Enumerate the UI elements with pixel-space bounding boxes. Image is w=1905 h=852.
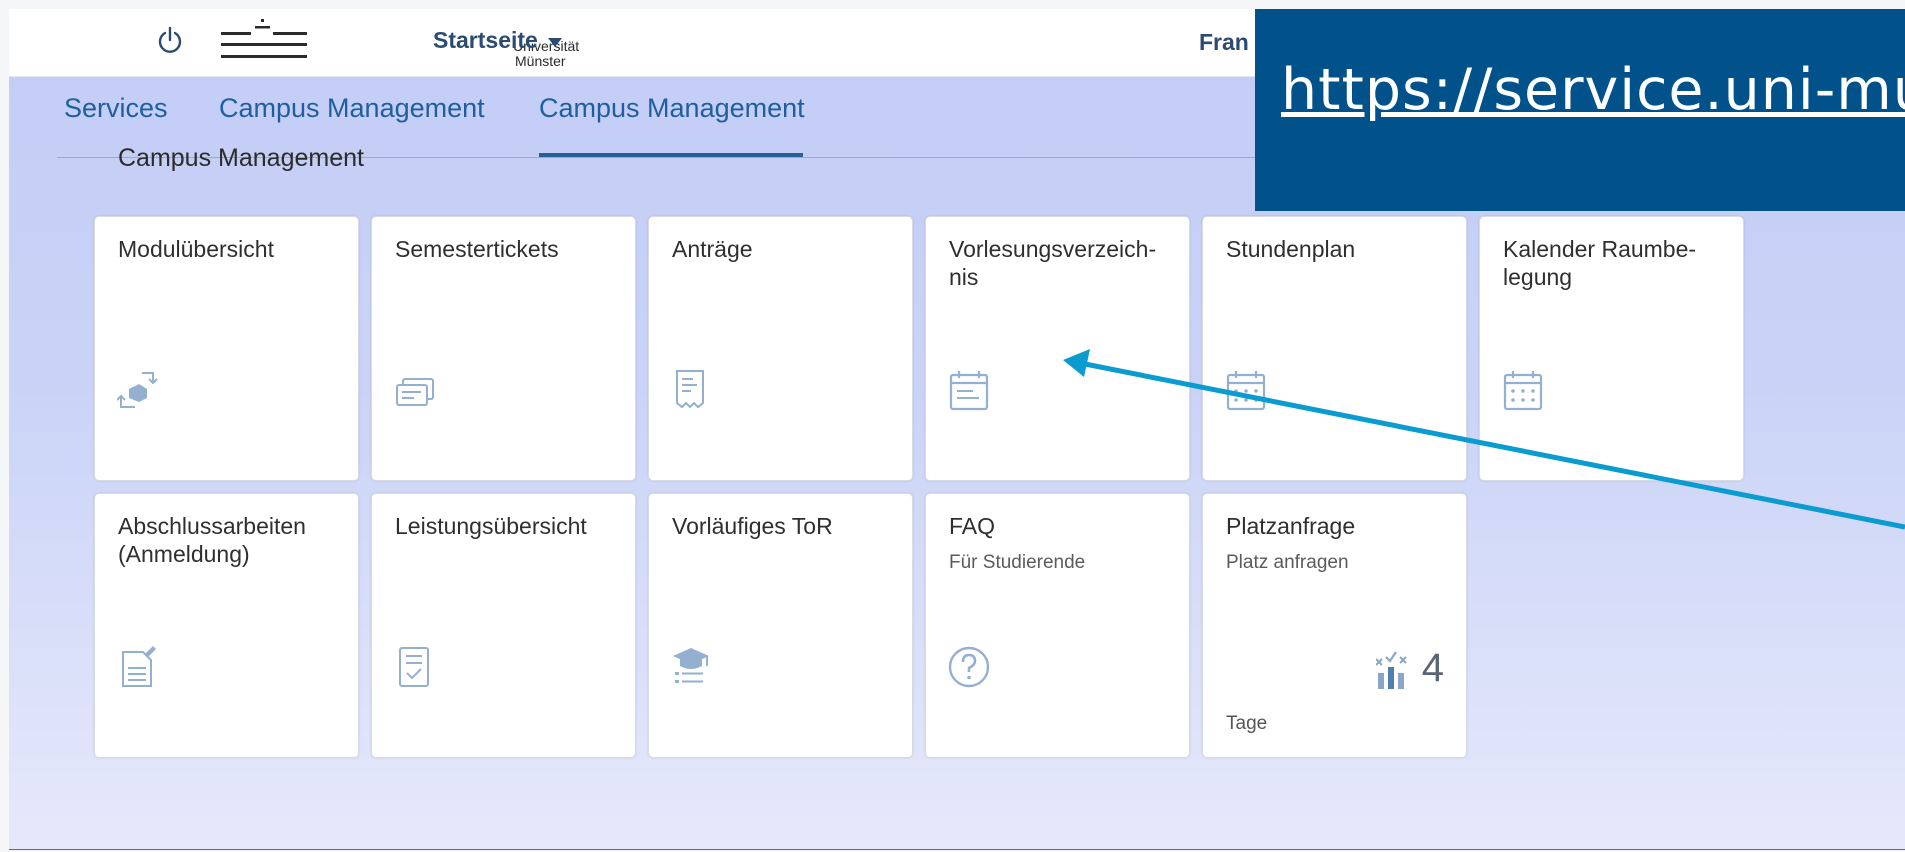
calendar-icon xyxy=(1503,371,1543,411)
tile-title: Leistungsübersicht xyxy=(395,513,587,539)
user-name[interactable]: Fran xyxy=(1199,29,1249,56)
url-link[interactable]: https://service.uni-mue xyxy=(1281,57,1905,123)
tile-title: Abschlussarbeiten (Anmeldung) xyxy=(118,513,306,567)
tile-subtitle: Platz anfragen xyxy=(1226,552,1349,573)
tile-stundenplan[interactable]: Stundenplan xyxy=(1202,216,1467,481)
tile-antrage[interactable]: Anträge xyxy=(648,216,913,481)
tile-title: Kalender Raumbe-legung xyxy=(1503,236,1697,290)
active-tab-indicator xyxy=(539,153,803,157)
tile-title: Vorlesungsverzeich-nis xyxy=(949,236,1157,290)
question-icon xyxy=(948,646,990,688)
kpi-value: 4 xyxy=(1421,646,1444,690)
tab-campus-management-2[interactable]: Campus Management xyxy=(539,93,805,124)
tile-title: Vorläufiges ToR xyxy=(672,513,833,539)
tile-title: Platzanfrage xyxy=(1226,513,1356,539)
power-icon[interactable] xyxy=(155,25,185,55)
logo-line-2: Münster xyxy=(515,53,566,69)
tile-title: Anträge xyxy=(672,236,753,262)
tile-vorlesungsverzeichnis[interactable]: Vorlesungsverzeich-nis xyxy=(925,216,1190,481)
tile-faq[interactable]: FAQ Für Studierende xyxy=(925,493,1190,758)
tile-abschlussarbeiten[interactable]: Abschlussarbeiten (Anmeldung) xyxy=(94,493,359,758)
app-window: Universität Münster Startseite Fran Serv… xyxy=(9,9,1905,849)
calendar-icon xyxy=(949,371,989,411)
caret-down-icon xyxy=(547,37,562,47)
tile-subtitle: Für Studierende xyxy=(949,552,1086,573)
chart-icon xyxy=(1375,650,1407,689)
logo-mark-icon xyxy=(221,19,307,58)
home-menu-label: Startseite xyxy=(433,27,538,53)
tile-title: Stundenplan xyxy=(1226,236,1356,262)
modules-icon xyxy=(117,372,158,408)
university-logo[interactable]: Universität Münster xyxy=(211,15,579,69)
kpi-unit: Tage xyxy=(1226,713,1268,734)
section-title: Campus Management xyxy=(118,144,364,172)
tab-services[interactable]: Services xyxy=(64,93,168,124)
tile-vorlaufiges-tor[interactable]: Vorläufiges ToR xyxy=(648,493,913,758)
tile-platzanfrage[interactable]: Platzanfrage Platz anfragen 4 Tage xyxy=(1202,493,1467,758)
tile-modulubersicht[interactable]: Modulübersicht xyxy=(94,216,359,481)
tile-title: Semestertickets xyxy=(395,236,559,262)
tile-title: FAQ xyxy=(949,513,996,539)
home-menu-button[interactable]: Startseite xyxy=(433,27,562,54)
document-edit-icon xyxy=(122,646,156,687)
kpi-indicator: 4 xyxy=(1375,646,1444,691)
receipt-icon xyxy=(676,370,704,409)
graduation-icon xyxy=(673,648,709,683)
tile-leistungsubersicht[interactable]: Leistungsübersicht xyxy=(371,493,636,758)
checklist-icon xyxy=(399,647,429,687)
tile-semestertickets[interactable]: Semestertickets xyxy=(371,216,636,481)
url-banner: https://service.uni-mue xyxy=(1255,9,1905,211)
tickets-icon xyxy=(396,378,434,406)
tile-title: Modulübersicht xyxy=(118,236,274,262)
tab-campus-management-1[interactable]: Campus Management xyxy=(219,93,485,124)
tile-kalender-raumbelegung[interactable]: Kalender Raumbe-legung xyxy=(1479,216,1744,481)
calendar-icon xyxy=(1226,371,1266,411)
bottom-divider xyxy=(9,849,1905,850)
